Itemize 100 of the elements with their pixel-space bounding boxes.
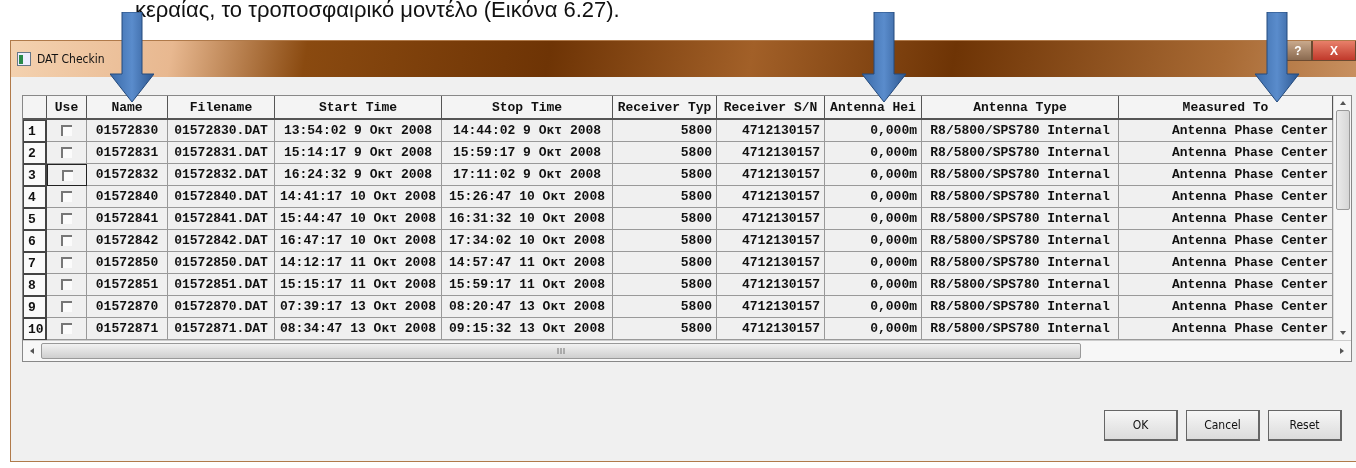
table-cell: Antenna Phase Center	[1119, 252, 1333, 274]
table-cell: Antenna Phase Center	[1119, 230, 1333, 252]
vertical-scrollbar[interactable]	[1333, 96, 1351, 340]
table-cell: Antenna Phase Center	[1119, 274, 1333, 296]
scroll-left-icon[interactable]	[29, 347, 35, 355]
table-cell: 0,000m	[825, 274, 922, 296]
use-cell[interactable]	[47, 208, 87, 230]
row-number[interactable]: 1	[23, 120, 47, 142]
use-cell[interactable]	[47, 252, 87, 274]
row-number[interactable]: 4	[23, 186, 47, 208]
use-checkbox[interactable]	[61, 125, 72, 136]
use-checkbox[interactable]	[61, 191, 72, 202]
column-header[interactable]: Use	[47, 96, 87, 120]
scroll-down-icon[interactable]	[1338, 330, 1347, 336]
use-cell[interactable]	[47, 120, 87, 142]
table-cell: 01572831.DAT	[168, 142, 275, 164]
column-header[interactable]: Antenna Hei	[825, 96, 922, 120]
use-cell[interactable]	[47, 296, 87, 318]
table-cell: 5800	[613, 274, 717, 296]
column-header[interactable]: Filename	[168, 96, 275, 120]
row-number[interactable]: 9	[23, 296, 47, 318]
table-cell: 01572840	[87, 186, 168, 208]
table-cell: 01572832	[87, 164, 168, 186]
column-header[interactable]: Stop Time	[442, 96, 613, 120]
column-header[interactable]: Receiver S/N	[717, 96, 825, 120]
table-cell: 4712130157	[717, 120, 825, 142]
table-cell: 14:44:02 9 Οκτ 2008	[442, 120, 613, 142]
column-header[interactable]: Start Time	[275, 96, 442, 120]
use-checkbox[interactable]	[61, 213, 72, 224]
use-checkbox[interactable]	[61, 323, 72, 334]
table-cell: R8/5800/SPS780 Internal	[922, 274, 1119, 296]
table-cell: R8/5800/SPS780 Internal	[922, 252, 1119, 274]
table-cell: R8/5800/SPS780 Internal	[922, 164, 1119, 186]
down-arrow-icon	[862, 12, 906, 104]
row-number[interactable]: 2	[23, 142, 47, 164]
use-cell[interactable]	[47, 230, 87, 252]
column-header[interactable]: Measured To	[1119, 96, 1333, 120]
table-cell: R8/5800/SPS780 Internal	[922, 142, 1119, 164]
use-cell[interactable]	[47, 164, 87, 186]
use-cell[interactable]	[47, 186, 87, 208]
column-header[interactable]: Antenna Type	[922, 96, 1119, 120]
use-checkbox[interactable]	[61, 235, 72, 246]
table-cell: 01572851.DAT	[168, 274, 275, 296]
table-cell: R8/5800/SPS780 Internal	[922, 296, 1119, 318]
table-cell: 01572850	[87, 252, 168, 274]
scroll-up-icon[interactable]	[1338, 100, 1347, 106]
table-cell: 01572850.DAT	[168, 252, 275, 274]
table-cell: 0,000m	[825, 208, 922, 230]
use-checkbox[interactable]	[61, 279, 72, 290]
table-cell: 5800	[613, 142, 717, 164]
use-checkbox[interactable]	[61, 169, 73, 181]
table-cell: 16:47:17 10 Οκτ 2008	[275, 230, 442, 252]
table-cell: 0,000m	[825, 186, 922, 208]
use-checkbox[interactable]	[61, 257, 72, 268]
dialog-button[interactable]: Cancel	[1186, 410, 1260, 441]
row-number[interactable]: 3	[23, 164, 47, 186]
horizontal-scrollbar[interactable]	[23, 340, 1351, 361]
table-cell: 15:14:17 9 Οκτ 2008	[275, 142, 442, 164]
scroll-right-icon[interactable]	[1339, 347, 1345, 355]
dialog-button[interactable]: OK	[1104, 410, 1178, 441]
table-cell: 14:12:17 11 Οκτ 2008	[275, 252, 442, 274]
table-cell: 4712130157	[717, 186, 825, 208]
table-cell: 4712130157	[717, 230, 825, 252]
column-header[interactable]: Name	[87, 96, 168, 120]
table-cell: 01572842	[87, 230, 168, 252]
table-cell: 5800	[613, 296, 717, 318]
use-checkbox[interactable]	[61, 147, 72, 158]
row-number[interactable]: 5	[23, 208, 47, 230]
table-cell: 01572841	[87, 208, 168, 230]
table-cell: 15:44:47 10 Οκτ 2008	[275, 208, 442, 230]
table-cell: 01572851	[87, 274, 168, 296]
table-cell: 0,000m	[825, 252, 922, 274]
column-header[interactable]: Receiver Typ	[613, 96, 717, 120]
dialog-button[interactable]: Reset	[1268, 410, 1342, 441]
table-cell: 08:20:47 13 Οκτ 2008	[442, 296, 613, 318]
table-cell: 15:26:47 10 Οκτ 2008	[442, 186, 613, 208]
table-cell: 4712130157	[717, 164, 825, 186]
use-checkbox[interactable]	[61, 301, 72, 312]
row-number[interactable]: 10	[23, 318, 47, 340]
close-button[interactable]: X	[1312, 41, 1356, 61]
table-cell: Antenna Phase Center	[1119, 142, 1333, 164]
table-cell: 15:59:17 11 Οκτ 2008	[442, 274, 613, 296]
down-arrow-icon	[1255, 12, 1299, 104]
table-cell: 01572832.DAT	[168, 164, 275, 186]
use-cell[interactable]	[47, 142, 87, 164]
window-icon	[17, 52, 31, 66]
table-cell: 4712130157	[717, 296, 825, 318]
use-cell[interactable]	[47, 274, 87, 296]
table-cell: 01572840.DAT	[168, 186, 275, 208]
table-cell: 01572870	[87, 296, 168, 318]
table-cell: 4712130157	[717, 252, 825, 274]
grip-icon[interactable]	[557, 347, 565, 355]
row-number[interactable]: 6	[23, 230, 47, 252]
table-cell: 01572831	[87, 142, 168, 164]
table-cell: 01572842.DAT	[168, 230, 275, 252]
row-number[interactable]: 7	[23, 252, 47, 274]
table-cell: R8/5800/SPS780 Internal	[922, 186, 1119, 208]
table-cell: Antenna Phase Center	[1119, 296, 1333, 318]
row-number[interactable]: 8	[23, 274, 47, 296]
table-cell: 4712130157	[717, 208, 825, 230]
